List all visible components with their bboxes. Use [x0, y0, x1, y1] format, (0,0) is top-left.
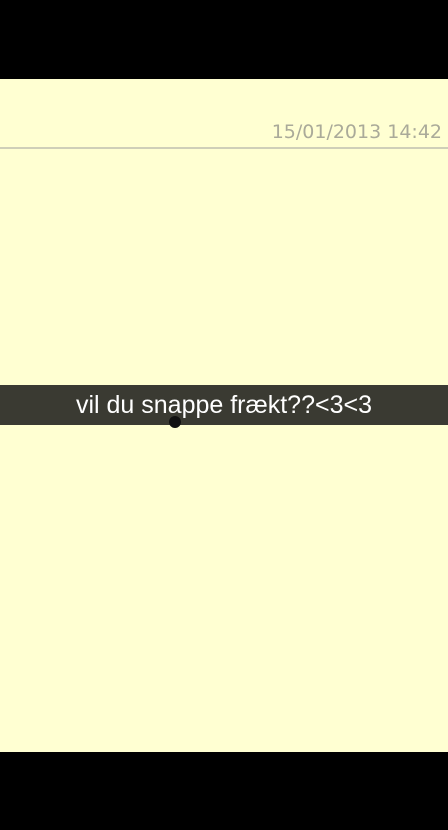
snap-caption-bar[interactable]: vil du snappe frækt??<3<3	[0, 385, 448, 425]
top-black-bar	[0, 0, 448, 79]
bottom-black-bar	[0, 752, 448, 830]
header-divider	[0, 147, 448, 149]
snap-caption-text: vil du snappe frækt??<3<3	[75, 391, 373, 419]
note-timestamp: 15/01/2013 14:42	[271, 121, 442, 143]
text-cursor-handle[interactable]	[169, 416, 181, 428]
note-page[interactable]: 15/01/2013 14:42 vil du snappe frækt??<3…	[0, 79, 448, 752]
